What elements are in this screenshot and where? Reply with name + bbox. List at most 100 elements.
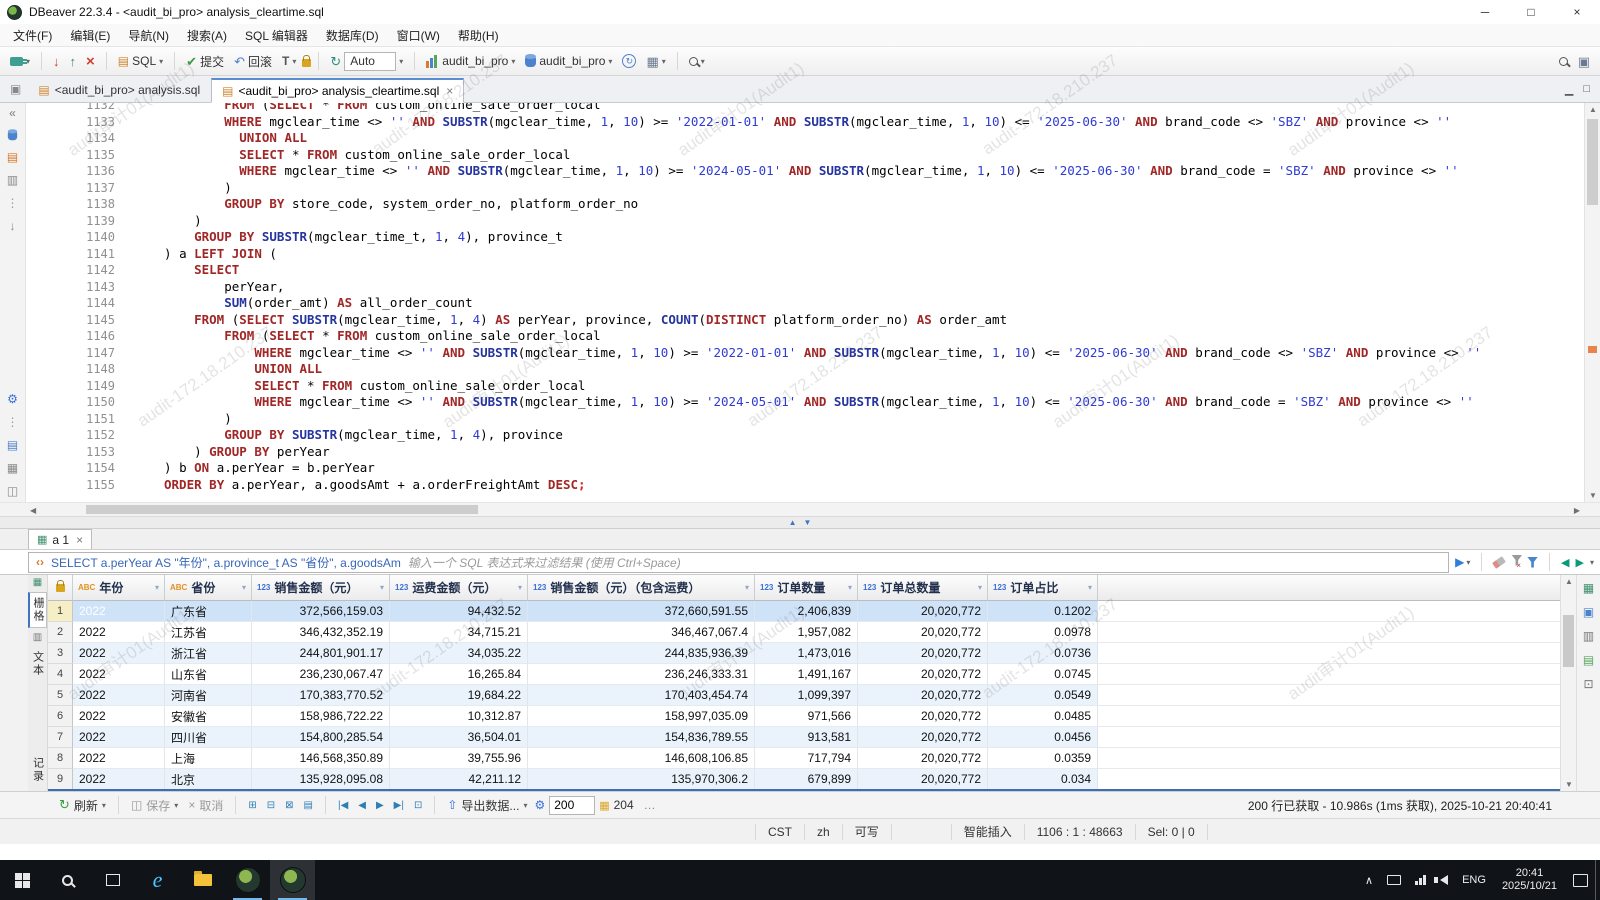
row-number-cell[interactable]: 4 — [48, 664, 73, 685]
annotation-marker[interactable] — [1588, 346, 1597, 353]
autocommit-button[interactable]: ↻ Auto ▾ — [326, 50, 407, 73]
task-view-button[interactable] — [90, 860, 135, 900]
filter-history-forward-icon[interactable]: ▶ — [1576, 556, 1584, 569]
column-header[interactable]: 123订单总数量▾ — [858, 575, 988, 601]
show-desktop-button[interactable] — [1595, 860, 1600, 900]
autocommit-combo[interactable]: Auto — [344, 52, 396, 71]
grid-cell[interactable]: 10,312.87 — [390, 706, 528, 727]
tray-chevron-icon[interactable]: ∧ — [1358, 860, 1380, 900]
last-row-icon[interactable]: ▶| — [391, 800, 407, 811]
grid-cell[interactable]: 0.0456 — [988, 727, 1098, 748]
scroll-right-icon[interactable]: ▶ — [1574, 506, 1580, 515]
code-line[interactable]: WHERE mgclear_time <> '' AND SUBSTR(mgcl… — [164, 345, 1584, 362]
apply-filter-button[interactable]: ▶ ▾ — [1455, 555, 1470, 569]
grid-cell[interactable]: 19,684.22 — [390, 685, 528, 706]
column-header[interactable]: ABC省份▾ — [165, 575, 252, 601]
grid-cell[interactable]: 42,211.12 — [390, 769, 528, 790]
transaction-mode-button[interactable]: T ▾ — [278, 52, 300, 70]
grid-cell[interactable]: 北京 — [165, 769, 252, 790]
panel-value-viewer-icon[interactable]: ▣ — [1583, 605, 1594, 619]
grid-cell[interactable]: 717,794 — [755, 748, 858, 769]
sql-editor-button[interactable]: ▤ SQL ▾ — [114, 52, 167, 70]
grid-cell[interactable]: 0.0978 — [988, 622, 1098, 643]
scrollbar-thumb[interactable] — [86, 505, 478, 514]
scrollbar-thumb[interactable] — [1563, 615, 1574, 667]
grid-cell[interactable]: 170,383,770.52 — [252, 685, 390, 706]
write-mode-indicator[interactable]: 可写 — [842, 824, 891, 840]
row-number-cell[interactable]: 1 — [48, 601, 73, 622]
scroll-down-icon[interactable]: ▼ — [1565, 780, 1573, 789]
quick-search-button[interactable] — [1555, 55, 1572, 68]
scroll-up-icon[interactable]: ▲ — [1589, 105, 1597, 114]
display-tray-icon[interactable] — [1380, 860, 1408, 900]
scroll-up-icon[interactable]: ▲ — [1565, 577, 1573, 586]
rollback-button[interactable]: ↶ 回滚 — [230, 51, 276, 72]
column-filter-caret-icon[interactable]: ▾ — [380, 583, 384, 592]
column-filter-caret-icon[interactable]: ▾ — [745, 583, 749, 592]
grid-cell[interactable]: 2022 — [73, 769, 165, 790]
tab-analysis-sql[interactable]: ▤ <audit_bi_pro> analysis.sql — [27, 77, 211, 102]
grid-cell[interactable]: 江苏省 — [165, 622, 252, 643]
grid-cell[interactable]: 2022 — [73, 643, 165, 664]
volume-tray-icon[interactable] — [1433, 860, 1455, 900]
tab-close-icon[interactable]: × — [76, 533, 83, 547]
grid-cell[interactable]: 244,835,936.39 — [528, 643, 755, 664]
grid-cell[interactable]: 913,581 — [755, 727, 858, 748]
column-filter-caret-icon[interactable]: ▾ — [518, 583, 522, 592]
overflow-dots-icon[interactable]: ⋮ — [7, 415, 19, 429]
save-filter-icon[interactable] — [1527, 557, 1538, 568]
new-connection-button[interactable]: ▾ — [6, 55, 34, 68]
panel-refs-icon[interactable]: ⊡ — [1583, 677, 1593, 691]
menu-edit[interactable]: 编辑(E) — [61, 27, 119, 44]
grid-cell[interactable]: 346,432,352.19 — [252, 622, 390, 643]
menu-sql-editor[interactable]: SQL 编辑器 — [236, 27, 317, 44]
output-icon[interactable]: ◫ — [7, 484, 18, 498]
grid-corner-cell[interactable] — [48, 575, 73, 601]
column-filter-caret-icon[interactable]: ▾ — [978, 583, 982, 592]
log-icon[interactable]: ▦ — [7, 461, 18, 475]
grid-cell[interactable]: 2022 — [73, 622, 165, 643]
grid-cell[interactable]: 四川省 — [165, 727, 252, 748]
menu-help[interactable]: 帮助(H) — [449, 27, 508, 44]
code-line[interactable]: SUM(order_amt) AS all_order_count — [164, 295, 1584, 312]
maximize-button[interactable]: □ — [1508, 0, 1554, 24]
menu-search[interactable]: 搜索(A) — [178, 27, 236, 44]
dbeaver-taskbar-button-active[interactable] — [270, 860, 315, 900]
overflow-dots-icon[interactable]: ⋮ — [7, 196, 19, 210]
grid-cell[interactable]: 154,836,789.55 — [528, 727, 755, 748]
scroll-left-icon[interactable]: ◀ — [30, 506, 36, 515]
export-result-icon[interactable]: ▤ — [7, 438, 18, 452]
side-tab-record[interactable]: 记录 — [30, 753, 46, 787]
panel-calc-icon[interactable]: ▤ — [1583, 653, 1594, 667]
collapse-panel-icon[interactable]: « — [9, 106, 16, 120]
column-filter-caret-icon[interactable]: ▾ — [1088, 583, 1092, 592]
grid-cell[interactable]: 36,504.01 — [390, 727, 528, 748]
delete-row-icon[interactable]: ⊠ — [282, 800, 296, 811]
menu-database[interactable]: 数据库(D) — [317, 27, 388, 44]
close-button[interactable]: × — [1554, 0, 1600, 24]
row-number-cell[interactable]: 9 — [48, 769, 73, 790]
grid-cell[interactable]: 上海 — [165, 748, 252, 769]
column-header[interactable]: 123运费金额（元）▾ — [390, 575, 528, 601]
grid-cell[interactable]: 20,020,772 — [858, 622, 988, 643]
grid-cell[interactable]: 34,715.21 — [390, 622, 528, 643]
grid-cell[interactable]: 1,957,082 — [755, 622, 858, 643]
grid-cell[interactable]: 158,997,035.09 — [528, 706, 755, 727]
editor-horizontal-scrollbar[interactable]: ◀ ▶ — [0, 502, 1600, 516]
grid-cell[interactable]: 0.0549 — [988, 685, 1098, 706]
refresh-button[interactable]: ↻ 刷新 ▾ — [56, 796, 109, 815]
grid-cell[interactable]: 236,246,333.31 — [528, 664, 755, 685]
code-line[interactable]: GROUP BY store_code, system_order_no, pl… — [164, 196, 1584, 213]
results-tab[interactable]: ▦ a 1 × — [28, 529, 92, 549]
row-number-cell[interactable]: 5 — [48, 685, 73, 706]
code-line[interactable]: UNION ALL — [164, 130, 1584, 147]
save-button[interactable]: ◫ 保存 ▾ — [128, 796, 181, 815]
grid-cell[interactable]: 20,020,772 — [858, 748, 988, 769]
code-line[interactable]: GROUP BY SUBSTR(mgclear_time, 1, 4), pro… — [164, 427, 1584, 444]
code-line[interactable]: SELECT — [164, 262, 1584, 279]
grid-cell[interactable]: 20,020,772 — [858, 664, 988, 685]
language-indicator[interactable]: ENG — [1455, 860, 1493, 900]
code-line[interactable]: FROM (SELECT SUBSTR(mgclear_time, 1, 4) … — [164, 312, 1584, 329]
grid-cell[interactable]: 安徽省 — [165, 706, 252, 727]
open-script-button[interactable]: ↓ — [49, 53, 64, 70]
